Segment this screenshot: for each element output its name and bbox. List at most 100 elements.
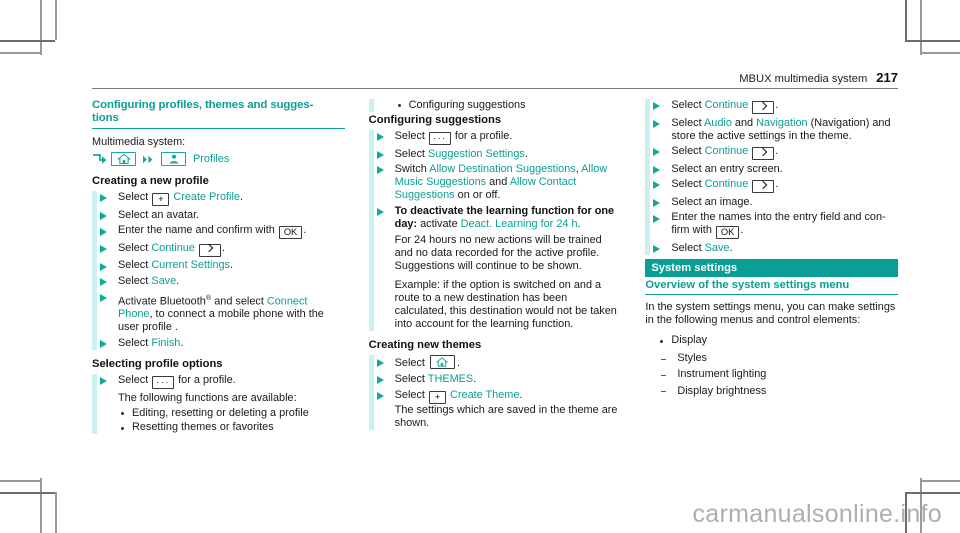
bt-text-2: and select — [211, 295, 267, 308]
step-text-post: . — [524, 147, 528, 160]
link-current-settings[interactable]: Current Settings — [151, 259, 230, 271]
step-text-post: . — [775, 145, 779, 158]
step-triangle-icon — [376, 208, 384, 217]
link-continue[interactable]: Continue — [705, 99, 749, 111]
step-triangle-icon — [100, 211, 107, 220]
link-finish[interactable]: Finish — [151, 337, 180, 349]
step-text-pre: Select — [118, 191, 149, 204]
ok-key-icon[interactable]: OK — [278, 226, 303, 240]
step-text-pre: Select — [671, 241, 702, 254]
deactivate-text-2: . — [577, 218, 581, 231]
step-text-pre: Select — [118, 374, 149, 387]
step-triangle-icon — [653, 119, 661, 128]
step-triangle-icon — [100, 377, 107, 386]
switch-text-1: Switch — [394, 163, 430, 176]
link-continue[interactable]: Continue — [705, 145, 749, 157]
link-continue[interactable]: Continue — [705, 178, 749, 190]
step-triangle-icon — [100, 262, 107, 271]
step-deactivate-learning[interactable]: To deactivate the learning function for … — [369, 205, 622, 231]
step-text-post: . — [239, 191, 243, 204]
steps-theme-configuration: Select Continue . Select Audio and Navig… — [645, 99, 898, 256]
step-text-pre: Select — [394, 388, 425, 401]
step-select-create-theme[interactable]: Select + Create Theme. — [369, 389, 622, 404]
crop-mark-bottom-left — [0, 470, 120, 533]
audionav-text-1: Select — [671, 116, 705, 129]
chevron-right-key-icon[interactable] — [198, 243, 221, 257]
link-create-profile[interactable]: Create Profile — [173, 191, 240, 203]
path-profiles-label[interactable]: Profiles — [193, 151, 229, 167]
step-select-options-dots[interactable]: Select ··· for a profile. — [92, 374, 345, 390]
header-title: MBUX multimedia system — [739, 73, 868, 85]
step-text-pre: Enter the name and confirm with — [118, 224, 275, 237]
column-2: Configuring suggestions Configuring sugg… — [368, 99, 622, 469]
link-suggestion-settings[interactable]: Suggestion Settings — [428, 148, 525, 160]
step-select-home[interactable]: Select . — [369, 355, 622, 370]
step-select-save-2[interactable]: Select Save. — [645, 242, 898, 255]
options-list: Editing, resetting or deleting a profile… — [92, 407, 345, 434]
home-icon-key[interactable] — [429, 355, 455, 370]
step-select-current-settings[interactable]: Select Current Settings. — [92, 259, 345, 272]
step-text-pre: Select — [671, 99, 702, 111]
step-select-avatar[interactable]: Select an avatar. — [92, 209, 345, 222]
subheading-creating-new-themes: Creating new themes — [368, 339, 482, 352]
plus-key-icon[interactable]: + — [428, 390, 446, 404]
step-text-pre: Select — [394, 357, 425, 370]
link-create-theme[interactable]: Create Theme — [450, 389, 519, 401]
watermark: carmanualsonline.info — [692, 500, 942, 528]
page-header: MBUX multimedia system 217 — [92, 70, 898, 92]
step-enter-name-confirm[interactable]: Enter the name and confirm with OK. — [92, 224, 345, 240]
step-triangle-icon — [653, 148, 661, 157]
theme-note-text: The settings which are saved in the them… — [394, 403, 618, 429]
link-deact-learning-24h[interactable]: Deact. Learning for 24 h — [461, 218, 578, 230]
profile-person-icon-key[interactable] — [161, 152, 186, 167]
step-select-suggestion-settings[interactable]: Select Suggestion Settings. — [369, 148, 622, 161]
link-save[interactable]: Save — [151, 275, 176, 287]
step-select-continue-3[interactable]: Select Continue . — [645, 145, 898, 161]
ellipsis-key-icon[interactable]: ··· — [152, 376, 175, 390]
step-select-image[interactable]: Select an image. — [645, 196, 898, 209]
link-themes[interactable]: THEMES — [428, 373, 473, 385]
subheading-profile-options: Selecting profile options — [92, 358, 223, 371]
link-allow-destination-suggestions[interactable]: Allow Destination Suggestions — [429, 163, 576, 175]
step-triangle-icon — [376, 150, 384, 159]
step-text-pre: Select — [671, 145, 702, 158]
plus-key-icon[interactable]: + — [152, 193, 170, 207]
link-save[interactable]: Save — [705, 242, 730, 254]
step-text-pre: Select — [118, 241, 149, 254]
home-icon-key[interactable] — [111, 152, 136, 167]
list-item: Resetting themes or favorites — [118, 421, 345, 434]
step-select-continue-2[interactable]: Select Continue . — [645, 99, 898, 114]
step-triangle-icon — [100, 245, 107, 254]
step-select-audio-navigation[interactable]: Select Audio and Navigation (Navigation)… — [645, 117, 898, 143]
step-select-themes[interactable]: Select THEMES. — [369, 373, 622, 386]
step-text-post: . — [230, 259, 234, 272]
ellipsis-key-icon[interactable]: ··· — [428, 132, 451, 146]
chevron-right-key-icon[interactable] — [752, 180, 775, 194]
link-audio[interactable]: Audio — [704, 117, 732, 129]
chevron-right-key-icon[interactable] — [752, 101, 775, 114]
chevron-right-key-icon[interactable] — [752, 147, 775, 161]
step-enter-names[interactable]: Enter the names into the entry field and… — [645, 211, 898, 240]
step-select-entry-screen[interactable]: Select an entry screen. — [645, 163, 898, 176]
step-select-finish[interactable]: Select Finish. — [92, 337, 345, 350]
step-activate-bluetooth[interactable]: Activate Bluetooth® and select Connect P… — [92, 291, 345, 335]
step-select-create-profile[interactable]: Select + Create Profile. — [92, 191, 345, 207]
options-intro-text: The following functions are available: — [92, 392, 345, 405]
step-text-post: . — [473, 372, 477, 385]
column-1: Configuring profiles, themes and sugges-… — [92, 99, 345, 469]
step-text-pre: Select — [118, 274, 149, 287]
link-navigation[interactable]: Navigation — [756, 117, 807, 129]
link-continue[interactable]: Continue — [151, 242, 195, 254]
step-select-continue-1[interactable]: Select Continue . — [92, 242, 345, 257]
step-triangle-icon — [376, 358, 384, 367]
step-triangle-icon — [100, 194, 107, 203]
step-triangle-icon — [653, 214, 661, 223]
column-3: Select Continue . Select Audio and Navig… — [645, 99, 899, 469]
ok-key-icon[interactable]: OK — [715, 226, 740, 240]
menu-path-row: Profiles — [92, 151, 345, 167]
step-select-dots-profile[interactable]: Select ··· for a profile. — [369, 130, 622, 146]
step-select-save-1[interactable]: Select Save. — [92, 275, 345, 288]
step-switch-suggestions[interactable]: Switch Allow Destination Suggestions, Al… — [369, 163, 622, 202]
step-select-continue-4[interactable]: Select Continue . — [645, 178, 898, 194]
step-text-post: . — [775, 99, 779, 111]
